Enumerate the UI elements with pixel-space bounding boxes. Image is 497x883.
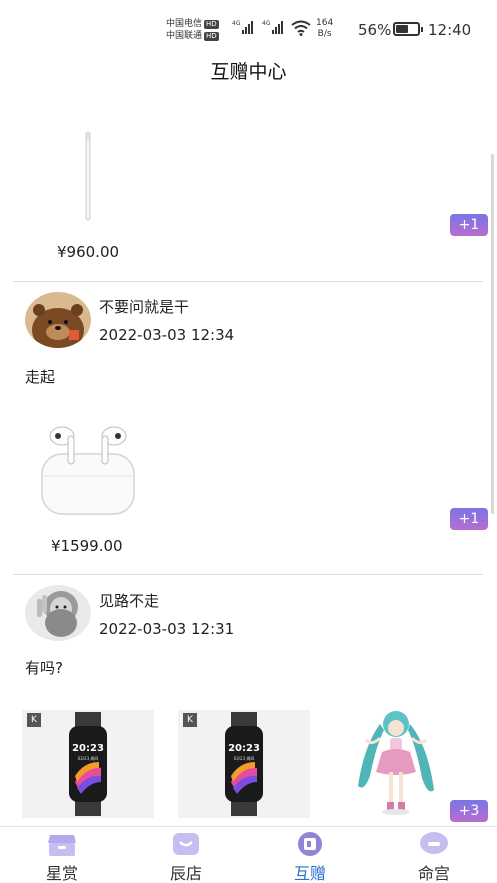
clock: 12:40 [428,21,472,39]
watch-date: 03/23 周四 [233,756,255,761]
tab-huzeng[interactable]: 互赠 [270,827,350,883]
status-bar: 中国电信 HD 中国联通 HD 4G 4G 164 B/s 56% 12:40 [0,0,497,58]
carrier-2: 中国联通 [166,31,203,41]
tab-label: 辰店 [169,864,202,883]
watch-icon [225,712,263,816]
brand-logo: K [183,713,197,727]
carrier-info: 中国电信 HD 中国联通 HD [166,18,219,42]
post-divider [13,574,483,575]
post-time: 2022-03-03 12:34 [99,326,235,344]
box-icon [48,835,76,856]
battery-icon [393,22,423,36]
plus-one-button[interactable]: +1 [450,214,488,236]
page-title: 互赠中心 [210,61,287,83]
gift-feed[interactable]: ¥960.00 +1 不要问就是干 2022-03-03 12:34 走起 ¥1… [0,96,497,826]
portrait-avatar-icon [25,585,91,641]
plus-three-button[interactable]: +3 [450,800,488,822]
post-time: 2022-03-03 12:31 [99,620,235,638]
watch-icon [69,712,107,816]
tab-xingshang[interactable]: 星赏 [22,827,102,883]
bear-avatar-icon [25,292,91,348]
brand-logo: K [27,713,41,727]
signal-icon: 4G [262,20,284,34]
scrollbar[interactable] [491,154,494,514]
tab-label: 命宫 [417,864,450,883]
smart-band-image[interactable]: K 20:23 03/23 周四 [22,710,154,818]
username[interactable]: 见路不走 [99,590,159,611]
airpods-image[interactable] [36,424,140,518]
username[interactable]: 不要问就是干 [99,296,189,317]
tab-label: 星赏 [45,864,78,883]
page-header: 互赠中心 [0,58,497,92]
battery-percent: 56% [358,21,392,39]
smart-band-image[interactable]: K 20:23 03/23 周四 [178,710,310,818]
stylus-pen-image[interactable] [78,130,98,224]
gift-icon [298,832,322,856]
post-divider [13,281,483,282]
item-price: ¥1599.00 [51,537,123,555]
tab-chendian[interactable]: 辰店 [146,827,226,883]
store-icon [173,833,199,855]
hd-badge: HD [204,20,219,29]
wifi-icon [291,20,311,36]
avatar[interactable] [25,292,91,348]
hd-badge: HD [204,32,219,41]
carrier-1: 中国电信 [166,19,203,29]
post-message: 走起 [25,368,56,386]
bottom-tab-bar: 星赏 辰店 互赠 命宫 [0,826,497,883]
plus-one-button[interactable]: +1 [450,508,488,530]
net-speed: 164 B/s [316,18,334,39]
post-message: 有吗? [25,659,63,677]
tab-minggong[interactable]: 命宫 [394,827,474,883]
watch-date: 03/23 周四 [77,756,99,761]
avatar[interactable] [25,585,91,641]
tab-label: 互赠 [293,864,326,883]
anime-figure-image[interactable] [350,706,442,818]
watch-time: 20:23 [72,743,104,754]
watch-time: 20:23 [228,743,260,754]
item-price: ¥960.00 [57,243,120,261]
signal-icon: 4G [232,20,254,34]
chat-icon [420,832,448,854]
